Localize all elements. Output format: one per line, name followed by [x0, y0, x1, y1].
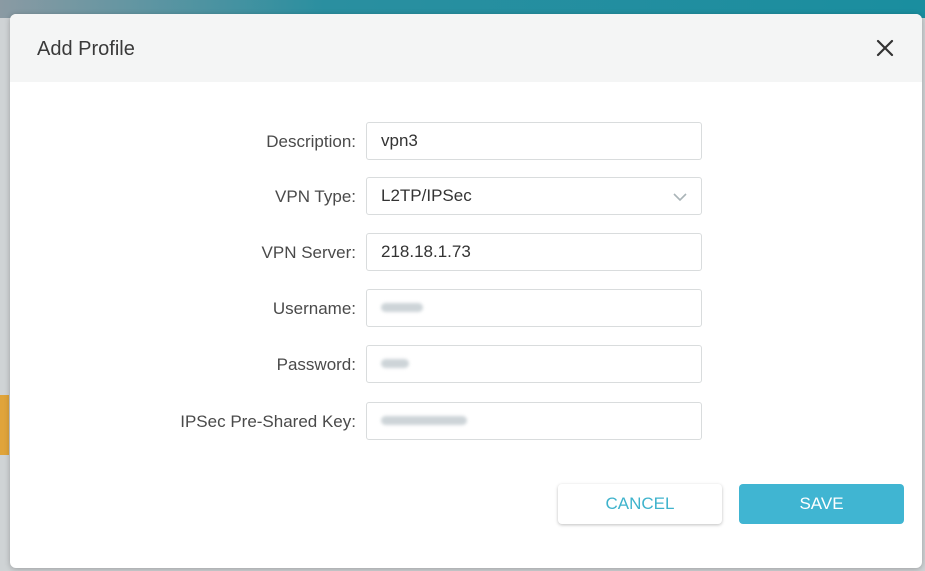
description-input[interactable]: vpn3	[366, 122, 702, 160]
redacted-value	[381, 359, 409, 368]
username-input[interactable]	[366, 289, 702, 327]
close-button[interactable]	[870, 33, 900, 63]
username-row: Username:	[10, 289, 922, 329]
dialog-header: Add Profile	[10, 14, 922, 82]
psk-row: IPSec Pre-Shared Key:	[10, 402, 922, 442]
close-icon	[876, 39, 894, 57]
psk-input[interactable]	[366, 402, 702, 440]
vpn-type-label: VPN Type:	[275, 187, 356, 206]
psk-label: IPSec Pre-Shared Key:	[180, 412, 356, 431]
password-input[interactable]	[366, 345, 702, 383]
dialog-title: Add Profile	[37, 38, 135, 60]
chevron-down-icon	[673, 193, 687, 202]
redacted-value	[381, 303, 423, 312]
cancel-button[interactable]: CANCEL	[558, 484, 722, 524]
username-label: Username:	[272, 299, 356, 318]
redacted-value	[381, 416, 467, 425]
vpn-type-row: VPN Type: L2TP/IPSec	[10, 177, 922, 217]
description-row: Description: vpn3	[10, 122, 922, 162]
password-row: Password:	[10, 345, 922, 385]
vpn-type-select[interactable]: L2TP/IPSec	[366, 177, 702, 215]
password-label: Password:	[276, 355, 356, 374]
add-profile-dialog: Add Profile Description: vpn3 VPN Type: …	[10, 14, 922, 568]
background-accent	[0, 395, 9, 455]
vpn-type-value: L2TP/IPSec	[381, 186, 472, 205]
description-label: Description:	[266, 132, 356, 151]
vpn-server-label: VPN Server:	[261, 243, 356, 262]
vpn-server-input[interactable]: 218.18.1.73	[366, 233, 702, 271]
save-button[interactable]: SAVE	[739, 484, 904, 524]
vpn-server-row: VPN Server: 218.18.1.73	[10, 233, 922, 273]
